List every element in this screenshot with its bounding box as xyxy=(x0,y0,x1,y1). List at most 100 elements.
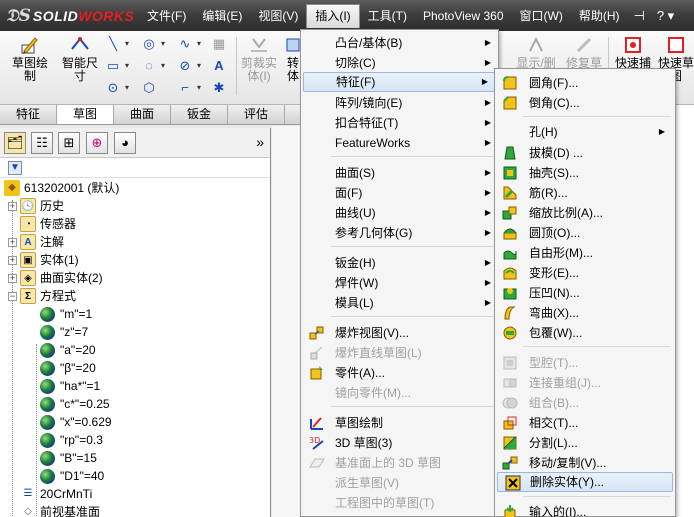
menu-item-derived-sketch[interactable]: 派生草图(V) xyxy=(301,473,498,493)
tree-item-history[interactable]: + 🕓 历史 xyxy=(8,197,64,215)
menu-item-sheet-metal[interactable]: 钣金(H) ▶ xyxy=(301,253,498,273)
tree-item-surface-bodies[interactable]: + ◈ 曲面实体(2) xyxy=(8,269,103,287)
tree-item-equation[interactable]: "β"=20 xyxy=(40,359,96,377)
submenu-item-split[interactable]: 分割(L)... xyxy=(495,433,675,453)
menu-item-features[interactable]: 特征(F) ▶ xyxy=(303,72,496,92)
grid-icon[interactable]: ▦ xyxy=(210,36,228,52)
expand-icon[interactable]: + xyxy=(8,255,17,265)
menu-item-sketch-from-drawing[interactable]: 工程图中的草图(T) xyxy=(301,493,498,513)
graphics-area-right[interactable] xyxy=(676,105,694,517)
menu-item-3d-sketch[interactable]: 3D 3D 草图(3) xyxy=(301,433,498,453)
submenu-item-delete-body[interactable]: 删除实体(Y)... xyxy=(497,472,673,492)
tab-evaluate[interactable]: 评估 xyxy=(228,105,285,124)
dropdown-arrow-icon[interactable]: ▾ xyxy=(190,58,208,74)
menu-item-mirror-part[interactable]: 镜向零件(M)... xyxy=(301,383,498,403)
tree-item-equation[interactable]: "z"=7 xyxy=(40,323,88,341)
menu-item-curve[interactable]: 曲线(U) ▶ xyxy=(301,203,498,223)
menu-item-sketch[interactable]: 草图绘制 xyxy=(301,413,498,433)
menu-view[interactable]: 视图(V) xyxy=(250,4,306,28)
menu-help[interactable]: 帮助(H) xyxy=(571,4,628,28)
menu-tools[interactable]: 工具(T) xyxy=(360,4,415,28)
dropdown-arrow-icon[interactable]: ▾ xyxy=(190,80,208,96)
tree-item-equation[interactable]: "rp"=0.3 xyxy=(40,431,103,449)
dimxpert-tab-icon[interactable]: ⊕ xyxy=(86,132,108,154)
tab-sketch[interactable]: 草图 xyxy=(57,105,114,124)
tab-features[interactable]: 特征 xyxy=(0,105,57,124)
tree-item-material[interactable]: ☰ 20CrMnTi xyxy=(20,485,93,503)
tree-item-equation[interactable]: "c*"=0.25 xyxy=(40,395,110,413)
tab-surfaces[interactable]: 曲面 xyxy=(114,105,171,124)
menu-item-3d-sketch-on-plane[interactable]: 基准面上的 3D 草图 xyxy=(301,453,498,473)
configuration-manager-tab-icon[interactable]: ⊞ xyxy=(58,132,80,154)
smart-dimension-button[interactable]: 智能尺 寸 xyxy=(56,35,104,83)
menu-item-exploded-view[interactable]: 爆炸视图(V)... xyxy=(301,323,498,343)
menu-item-reference-geometry[interactable]: 参考几何体(G) ▶ xyxy=(301,223,498,243)
dropdown-arrow-icon[interactable]: ▾ xyxy=(118,80,136,96)
dropdown-arrow-icon[interactable]: ▾ xyxy=(154,36,172,52)
tree-item-equation[interactable]: "B"=15 xyxy=(40,449,97,467)
dropdown-arrow-icon[interactable]: ▾ xyxy=(154,58,172,74)
tree-item-sensors[interactable]: ◔ 传感器 xyxy=(20,215,76,233)
submenu-item-deform[interactable]: 变形(E)... xyxy=(495,263,675,283)
text-icon[interactable]: A xyxy=(210,58,228,74)
menu-edit[interactable]: 编辑(E) xyxy=(194,4,250,28)
feature-tree-tab-icon[interactable]: 🗂 xyxy=(4,132,26,154)
menu-insert[interactable]: 插入(I) xyxy=(306,4,360,28)
menu-item-featureworks[interactable]: FeatureWorks ▶ xyxy=(301,133,498,153)
menu-item-face[interactable]: 面(F) ▶ xyxy=(301,183,498,203)
menu-item-part[interactable]: 零件(A)... xyxy=(301,363,498,383)
submenu-item-move-copy[interactable]: 移动/复制(V)... xyxy=(495,453,675,473)
submenu-item-flex[interactable]: 弯曲(X)... xyxy=(495,303,675,323)
solidworks-logo[interactable]: 𝔇S SOLIDWORKS xyxy=(6,4,134,28)
tree-item-equation[interactable]: "ha*"=1 xyxy=(40,377,100,395)
submenu-item-hole[interactable]: 孔(H) ▶ xyxy=(495,122,675,142)
submenu-item-fillet[interactable]: 圆角(F)... xyxy=(495,73,675,93)
tree-item-equations[interactable]: − Σ 方程式 xyxy=(8,287,76,305)
submenu-item-dome[interactable]: 圆顶(O)... xyxy=(495,223,675,243)
tree-item-equation[interactable]: "x"=0.629 xyxy=(40,413,112,431)
sketch-button[interactable]: 草图绘 制 xyxy=(4,35,56,83)
tree-item-annotations[interactable]: + A 注解 xyxy=(8,233,64,251)
filter-icon[interactable]: ▼ xyxy=(8,161,22,175)
expand-icon[interactable]: + xyxy=(8,273,17,283)
submenu-item-freeform[interactable]: 自由形(M)... xyxy=(495,243,675,263)
point-icon[interactable]: ✱ xyxy=(210,80,228,96)
menu-item-molds[interactable]: 模具(L) ▶ xyxy=(301,293,498,313)
expand-icon[interactable]: + xyxy=(8,201,17,211)
menu-item-cut[interactable]: 切除(C) ▶ xyxy=(301,53,498,73)
menu-file[interactable]: 文件(F) xyxy=(139,4,194,28)
menu-window[interactable]: 窗口(W) xyxy=(512,4,571,28)
tab-sheet-metal[interactable]: 钣金 xyxy=(171,105,228,124)
dropdown-arrow-icon[interactable]: ▾ xyxy=(190,36,208,52)
menu-item-fastening-feature[interactable]: 扣合特征(T) ▶ xyxy=(301,113,498,133)
submenu-item-rib[interactable]: 筋(R)... xyxy=(495,183,675,203)
submenu-item-cavity[interactable]: 型腔(T)... xyxy=(495,353,675,373)
dropdown-arrow-icon[interactable]: ▾ xyxy=(118,36,136,52)
tree-root-part[interactable]: ◆ 613202001 (默认) xyxy=(4,179,119,197)
tree-item-equation[interactable]: "m"=1 xyxy=(40,305,92,323)
repair-sketch-button[interactable]: 修复草 xyxy=(562,35,606,70)
submenu-item-join[interactable]: 连接重组(J)... xyxy=(495,373,675,393)
submenu-item-scale[interactable]: 缩放比例(A)... xyxy=(495,203,675,223)
tree-item-equation[interactable]: "a"=20 xyxy=(40,341,96,359)
submenu-item-indent[interactable]: 压凹(N)... xyxy=(495,283,675,303)
menu-photoview[interactable]: PhotoView 360 xyxy=(415,4,512,28)
submenu-item-imported[interactable]: 输入的(I)... xyxy=(495,502,675,517)
submenu-item-chamfer[interactable]: 倒角(C)... xyxy=(495,93,675,113)
more-tabs-icon[interactable]: » xyxy=(256,134,264,150)
menu-item-boss-base[interactable]: 凸台/基体(B) ▶ xyxy=(301,33,498,53)
display-manager-tab-icon[interactable]: ◕ xyxy=(114,132,136,154)
expand-icon[interactable]: + xyxy=(8,237,17,247)
dropdown-arrow-icon[interactable]: ▾ xyxy=(118,58,136,74)
menu-item-explode-line-sketch[interactable]: 爆炸直线草图(L) xyxy=(301,343,498,363)
pin-icon[interactable]: ⊣ xyxy=(628,4,651,28)
trim-entities-button[interactable]: 剪裁实 体(I) xyxy=(236,35,282,83)
question-icon[interactable]: ? ▾ xyxy=(651,4,680,28)
menu-item-pattern-mirror[interactable]: 阵列/镜向(E) ▶ xyxy=(301,93,498,113)
submenu-item-shell[interactable]: 抽壳(S)... xyxy=(495,163,675,183)
property-manager-tab-icon[interactable]: ☷ xyxy=(31,132,53,154)
menu-item-weldments[interactable]: 焊件(W) ▶ xyxy=(301,273,498,293)
polygon-icon[interactable]: ⬡ xyxy=(140,80,158,96)
menu-item-surface[interactable]: 曲面(S) ▶ xyxy=(301,163,498,183)
tree-item-front-plane[interactable]: ◇ 前视基准面 xyxy=(20,503,100,517)
